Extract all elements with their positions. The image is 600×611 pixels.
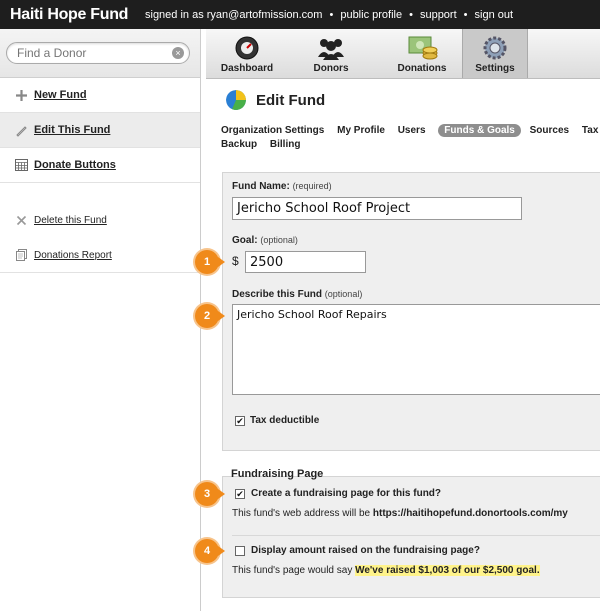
tab-donors[interactable]: Donors [298,29,364,78]
subnav-billing[interactable]: Billing [270,139,301,150]
sidebar-item-edit-fund[interactable]: Edit This Fund [0,113,200,148]
would-say-note-text: This fund's page would say [232,565,353,576]
would-say-note: This fund's page would say We've raised … [232,565,540,576]
goal-input[interactable]: 2500 [245,251,366,273]
section-divider [232,535,600,536]
describe-hint: (optional) [324,289,363,299]
subnav-sources[interactable]: Sources [530,125,569,136]
goal-hint: (optional) [260,235,298,245]
subnav-users[interactable]: Users [398,125,426,136]
sidebar-item-label[interactable]: Delete this Fund [34,215,107,226]
sidebar-item-label[interactable]: Edit This Fund [34,124,110,136]
tab-label: Settings [475,63,515,74]
search-input[interactable] [17,46,167,60]
settings-icon [483,36,507,60]
fund-name-input[interactable]: Jericho School Roof Project [232,197,522,220]
tab-label: Donors [313,63,349,74]
sidebar: × New Fund Edit This Fund Donate Buttons… [0,29,201,611]
public-profile-link[interactable]: public profile [340,9,402,21]
callout-4: 4 [195,539,225,563]
clear-icon[interactable]: × [172,47,184,59]
top-links: signed in as ryan@artofmission.com • pub… [145,9,513,21]
tab-dashboard[interactable]: Dashboard [214,29,280,78]
callout-3: 3 [195,482,225,506]
subnav-tax[interactable]: Tax & [582,125,600,136]
support-link[interactable]: support [420,9,457,21]
raised-amount-preview: We've raised $1,003 of our $2,500 goal. [355,565,540,576]
separator-dot: • [409,8,413,21]
fund-logo-icon [226,90,246,110]
sidebar-item-delete-fund[interactable]: Delete this Fund [0,203,200,238]
display-amount-label: Display amount raised on the fundraising… [251,545,480,556]
callout-1: 1 [195,250,225,274]
tax-deductible-checkbox[interactable]: ✔ [235,416,245,426]
grid-icon [15,159,28,172]
goal-label-text: Goal: [232,235,258,246]
sidebar-item-label[interactable]: Donate Buttons [34,159,116,171]
fund-name-label: Fund Name: (required) [232,181,332,192]
tab-settings[interactable]: Settings [462,29,528,78]
search-box: × [6,42,190,64]
subnav-organization-settings[interactable]: Organization Settings [221,125,324,136]
display-amount-checkbox[interactable] [235,546,245,556]
sidebar-item-donate-buttons[interactable]: Donate Buttons [0,148,200,183]
signed-in-text: signed in as ryan@artofmission.com [145,8,323,21]
subnav-my-profile[interactable]: My Profile [337,125,385,136]
describe-label: Describe this Fund (optional) [232,289,362,300]
describe-textarea[interactable]: Jericho School Roof Repairs [232,304,600,395]
delete-icon [15,214,28,227]
describe-label-text: Describe this Fund [232,289,323,300]
sidebar-item-label[interactable]: Donations Report [34,250,112,261]
fund-name-label-text: Fund Name: [232,181,290,192]
brand-title[interactable]: Haiti Hope Fund [0,6,145,24]
address-note: This fund's web address will be https://… [232,508,568,519]
settings-subnav: Organization Settings My Profile Users F… [221,124,600,152]
subnav-backup[interactable]: Backup [221,139,257,150]
dashboard-icon [235,36,259,60]
tab-donations[interactable]: Donations [382,29,462,78]
separator-dot: • [463,8,468,21]
plus-icon [15,89,28,102]
create-page-label: Create a fundraising page for this fund? [251,488,442,499]
report-icon [15,249,28,262]
callout-2: 2 [195,304,225,328]
tax-deductible-label: Tax deductible [250,415,320,426]
currency-symbol: $ [232,254,239,268]
sidebar-item-donations-report[interactable]: Donations Report [0,238,200,273]
page-title: Edit Fund [256,91,326,109]
sign-out-link[interactable]: sign out [475,9,514,21]
fund-url[interactable]: https://haitihopefund.donortools.com/my [373,508,568,519]
sidebar-search-area: × [0,29,200,78]
fund-name-hint: (required) [292,181,332,191]
sidebar-item-new-fund[interactable]: New Fund [0,78,200,113]
subnav-funds-goals[interactable]: Funds & Goals [438,124,521,137]
tab-label: Dashboard [220,63,274,74]
sidebar-item-label[interactable]: New Fund [34,89,87,101]
fundraising-title: Fundraising Page [231,468,324,480]
pencil-icon [15,124,28,137]
top-bar: Haiti Hope Fund signed in as ryan@artofm… [0,0,600,29]
create-page-checkbox[interactable]: ✔ [235,489,245,499]
address-note-text: This fund's web address will be [232,508,371,519]
separator-dot: • [329,8,334,21]
tab-label: Donations [397,63,447,74]
donors-icon [318,39,344,60]
donations-icon [408,36,438,60]
main-nav: Dashboard Donors Donations Settings [206,29,600,79]
page-header: Edit Fund [226,90,325,110]
goal-label: Goal: (optional) [232,235,298,246]
